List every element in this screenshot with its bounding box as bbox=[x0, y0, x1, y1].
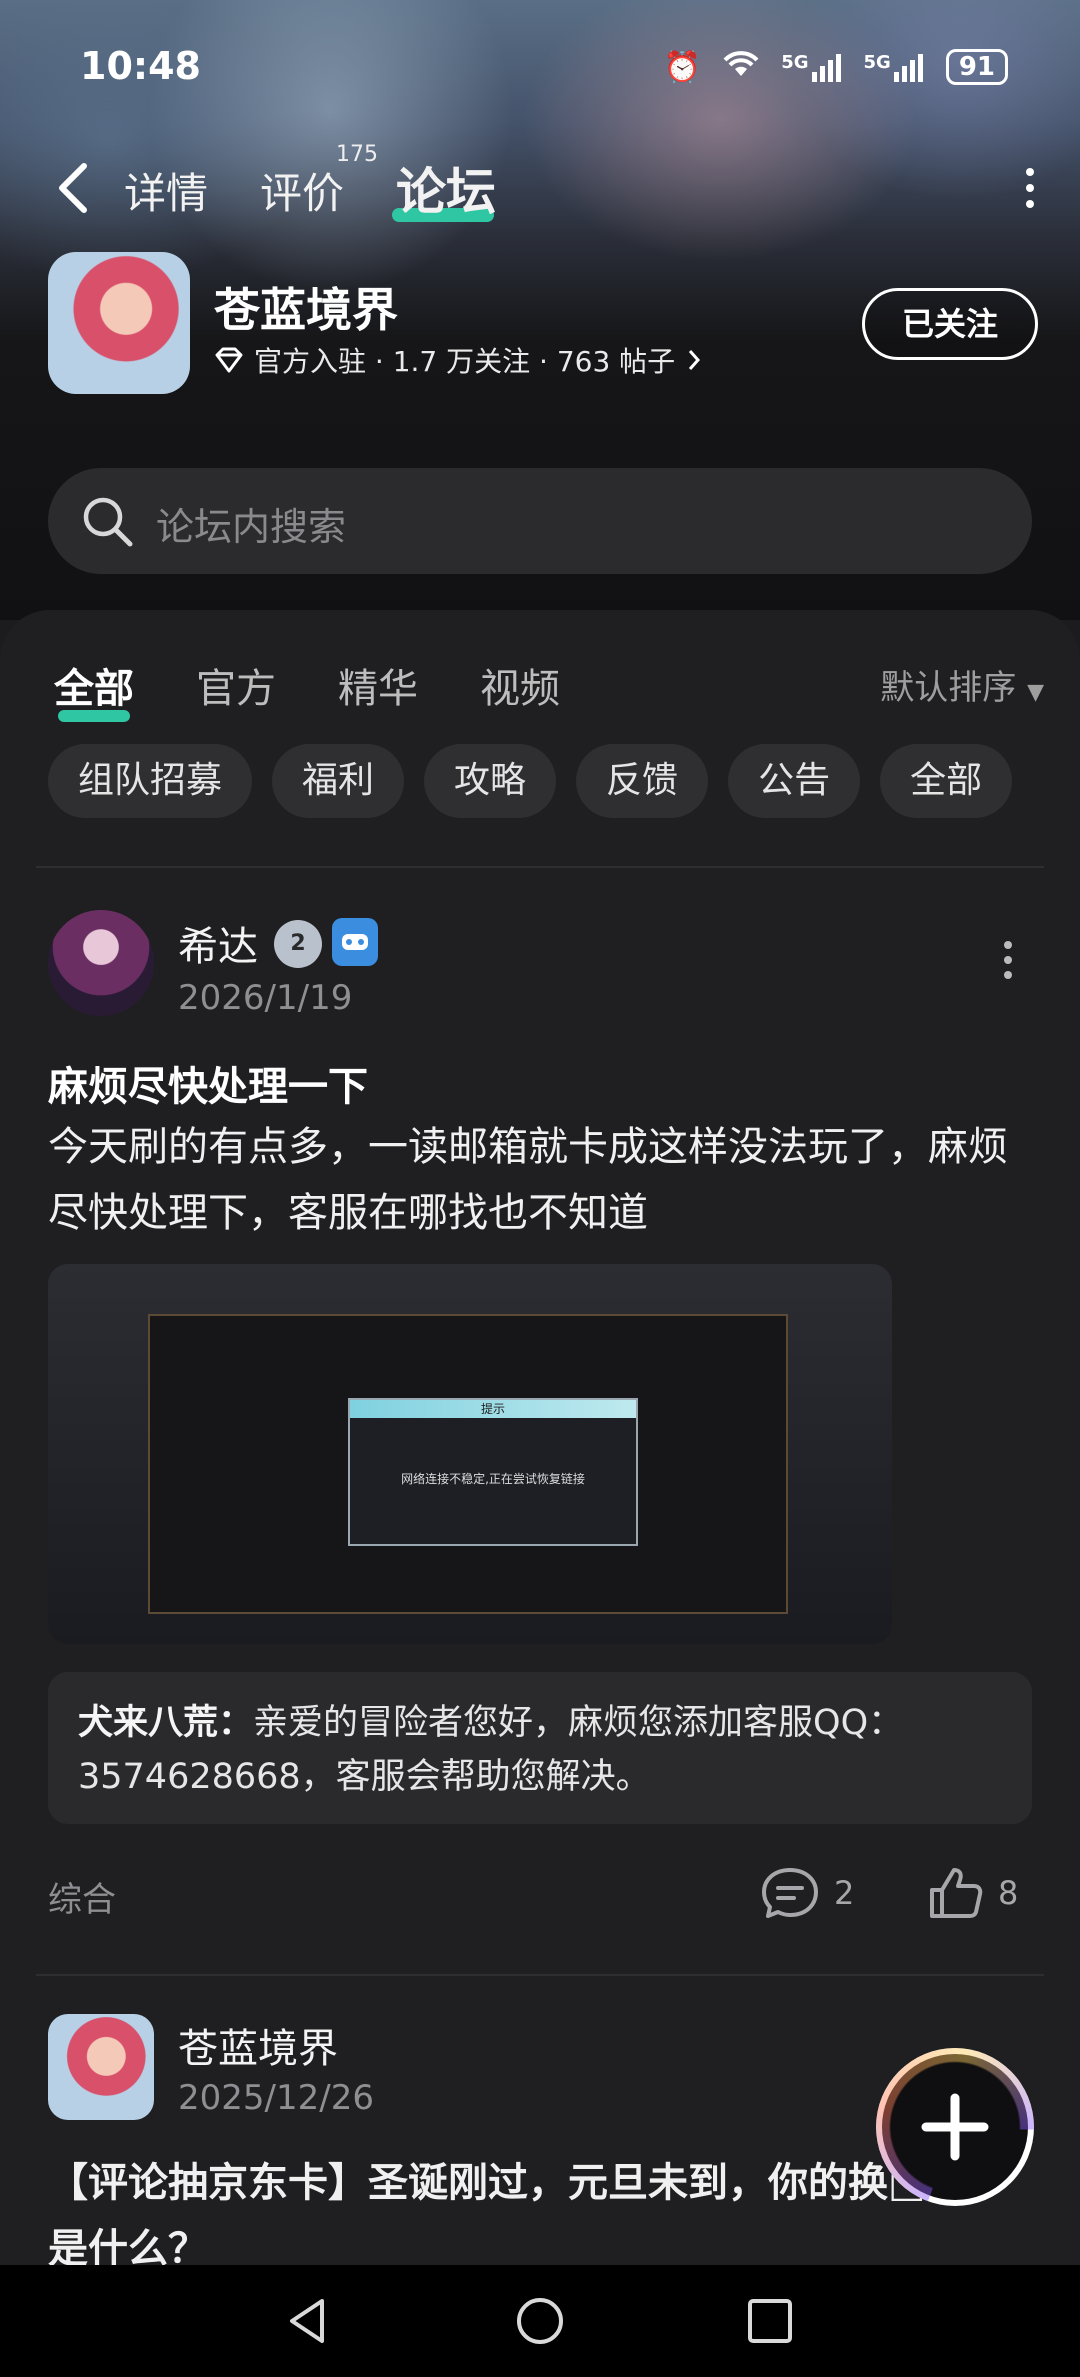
reply-author: 犬来八荒： bbox=[78, 1703, 254, 1743]
status-bar: 10:48 ⏰ 5G 5G 91 bbox=[0, 30, 1080, 110]
chip-welfare[interactable]: 福利 bbox=[272, 744, 405, 818]
avatar[interactable] bbox=[48, 910, 154, 1016]
app-header: 苍蓝境界 官方入驻 · 1.7 万关注 · 763 帖子 已关注 bbox=[48, 252, 1038, 397]
wifi-icon bbox=[719, 46, 763, 88]
sort-dropdown[interactable]: 默认排序 ▼ bbox=[880, 660, 1044, 709]
post-author[interactable]: 希达 bbox=[178, 914, 258, 972]
app-meta[interactable]: 官方入驻 · 1.7 万关注 · 763 帖子 bbox=[214, 340, 703, 380]
tab-reviews[interactable]: 评价 bbox=[260, 160, 344, 221]
post-date: 2025/12/26 bbox=[178, 2078, 374, 2118]
category-tabs: 全部 官方 精华 视频 默认排序 ▼ bbox=[0, 640, 1080, 722]
post-body[interactable]: 今天刷的有点多，一读邮箱就卡成这样没法玩了，麻烦尽快处理下，客服在哪找也不知道 bbox=[48, 1114, 1038, 1246]
image-dialog-title: 提示 bbox=[350, 1400, 636, 1418]
thumbs-up-icon bbox=[930, 1868, 983, 1918]
forum-panel: 全部 官方 精华 视频 默认排序 ▼ 组队招募 福利 攻略 反馈 公告 全部 希… bbox=[0, 610, 1080, 2265]
like-count: 8 bbox=[998, 1874, 1019, 1912]
top-nav: 详情 评价 175 论坛 bbox=[0, 142, 1080, 230]
post-title[interactable]: 麻烦尽快处理一下 bbox=[48, 1054, 368, 1112]
caret-down-icon: ▼ bbox=[1027, 680, 1044, 705]
status-time: 10:48 bbox=[80, 44, 201, 88]
chip-all[interactable]: 全部 bbox=[880, 744, 1013, 818]
tab-details[interactable]: 详情 bbox=[124, 160, 208, 221]
divider bbox=[36, 866, 1044, 868]
home-nav-icon[interactable] bbox=[514, 2295, 566, 2347]
post-tag: 综合 bbox=[48, 1880, 116, 1920]
chip-announcement[interactable]: 公告 bbox=[728, 744, 861, 818]
alarm-icon: ⏰ bbox=[663, 49, 702, 85]
battery-indicator: 91 bbox=[945, 49, 1008, 85]
divider bbox=[36, 1974, 1044, 1976]
category-tab-video[interactable]: 视频 bbox=[480, 656, 560, 714]
app-icon bbox=[48, 252, 190, 394]
signal-icon-1: 5G bbox=[781, 52, 845, 82]
search-input[interactable]: 论坛内搜索 bbox=[48, 468, 1032, 574]
search-icon bbox=[83, 497, 133, 547]
back-nav-icon[interactable] bbox=[282, 2295, 334, 2347]
category-tab-featured[interactable]: 精华 bbox=[338, 656, 418, 714]
post-date: 2026/1/19 bbox=[178, 978, 353, 1018]
recents-nav-icon[interactable] bbox=[744, 2295, 796, 2347]
chip-team-recruit[interactable]: 组队招募 bbox=[48, 744, 253, 818]
sort-label: 默认排序 bbox=[880, 668, 1017, 708]
comment-icon bbox=[762, 1868, 818, 1918]
official-reply[interactable]: 犬来八荒：亲爱的冒险者您好，麻烦您添加客服QQ：3574628668，客服会帮助… bbox=[48, 1672, 1032, 1824]
system-nav-bar bbox=[0, 2265, 1080, 2377]
chip-feedback[interactable]: 反馈 bbox=[576, 744, 709, 818]
chip-guide[interactable]: 攻略 bbox=[424, 744, 557, 818]
comment-count: 2 bbox=[834, 1874, 855, 1912]
level-badge: 2 bbox=[274, 920, 322, 968]
follow-button[interactable]: 已关注 bbox=[862, 288, 1038, 360]
plus-icon bbox=[921, 2093, 989, 2161]
image-dialog-message: 网络连接不稳定,正在尝试恢复链接 bbox=[401, 1472, 585, 1486]
avatar[interactable] bbox=[48, 2014, 154, 2120]
post-author[interactable]: 苍蓝境界 bbox=[178, 2016, 338, 2074]
more-icon[interactable] bbox=[1020, 166, 1040, 210]
diamond-icon bbox=[215, 347, 243, 373]
category-active-indicator bbox=[58, 710, 130, 722]
chevron-right-icon bbox=[689, 350, 701, 370]
app-meta-text: 官方入驻 · 1.7 万关注 · 763 帖子 bbox=[254, 345, 676, 378]
comment-button[interactable]: 2 bbox=[760, 1866, 854, 1920]
status-icons: ⏰ 5G 5G 91 bbox=[664, 46, 1008, 88]
image-dialog: 提示 网络连接不稳定,正在尝试恢复链接 bbox=[348, 1398, 638, 1546]
category-tab-official[interactable]: 官方 bbox=[196, 656, 276, 714]
tab-forum[interactable]: 论坛 bbox=[396, 152, 496, 224]
app-name: 苍蓝境界 bbox=[214, 283, 398, 337]
like-button[interactable]: 8 bbox=[928, 1866, 1018, 1920]
reviews-count-badge: 175 bbox=[336, 142, 378, 167]
tag-chips: 组队招募 福利 攻略 反馈 公告 全部 bbox=[48, 744, 1013, 818]
post-more-icon[interactable] bbox=[1002, 940, 1014, 980]
gamepad-icon bbox=[332, 918, 378, 966]
back-icon[interactable] bbox=[50, 158, 98, 218]
search-placeholder: 论坛内搜索 bbox=[156, 505, 347, 549]
post-image[interactable]: 提示 网络连接不稳定,正在尝试恢复链接 bbox=[48, 1264, 892, 1644]
category-tab-all[interactable]: 全部 bbox=[54, 656, 134, 714]
signal-icon-2: 5G bbox=[864, 52, 928, 82]
create-post-button[interactable] bbox=[876, 2048, 1034, 2206]
